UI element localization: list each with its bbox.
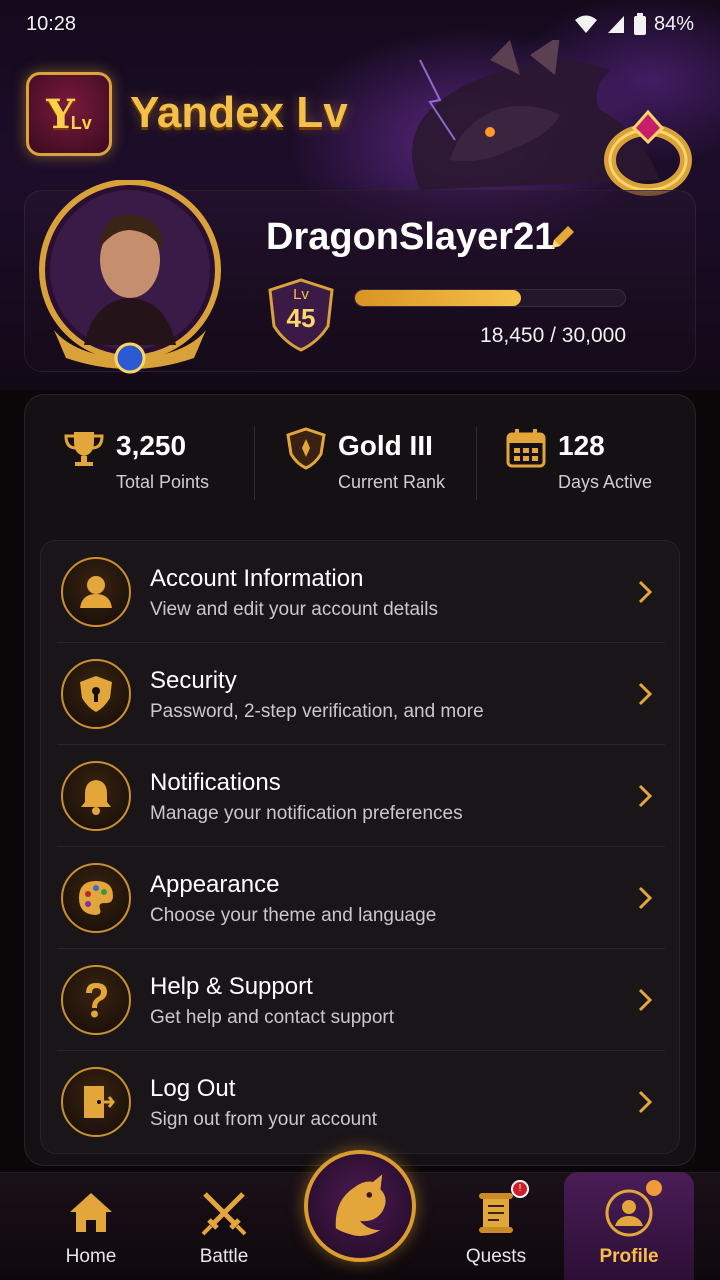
stats-row: 3,250 Total Points Gold III Current Rank [24, 420, 696, 506]
chevron-right-icon [638, 988, 653, 1012]
menu-item-title: Notifications [150, 769, 281, 796]
dragon-emblem-button[interactable] [304, 1150, 416, 1262]
status-bar: 10:28 84% [0, 0, 720, 48]
xp-progress-fill [355, 290, 522, 306]
nav-home[interactable]: Home [31, 1176, 151, 1280]
stat-total-points: 3,250 Total Points [24, 420, 254, 506]
user-icon [61, 557, 131, 627]
status-time: 10:28 [26, 12, 77, 35]
chevron-right-icon [638, 1090, 653, 1114]
nav-label: Home [65, 1246, 117, 1267]
menu-item-log-out[interactable]: Log Out Sign out from your account [41, 1051, 681, 1153]
stat-current-rank: Gold III Current Rank [254, 420, 476, 506]
nav-label: Profile [599, 1246, 659, 1267]
quests-notification-badge: ! [511, 1180, 529, 1198]
bell-icon [61, 761, 131, 831]
signal-icon [607, 16, 624, 33]
avatar[interactable] [34, 180, 230, 380]
stat-days-active: 128 Days Active [476, 420, 696, 506]
menu-item-appearance[interactable]: Appearance Choose your theme and languag… [41, 847, 681, 949]
chevron-right-icon [638, 784, 653, 808]
battery-percent: 84% [653, 12, 694, 35]
chevron-right-icon [638, 580, 653, 604]
nav-battle[interactable]: Battle [164, 1176, 284, 1280]
menu-item-title: Appearance [150, 871, 280, 898]
trophy-icon [64, 432, 104, 466]
menu-item-title: Security [150, 667, 237, 694]
calendar-icon [506, 429, 546, 468]
level-number: 45 [286, 303, 316, 333]
stat-label: Current Rank [338, 472, 446, 492]
menu-item-title: Log Out [150, 1075, 236, 1102]
nav-profile[interactable]: Profile [569, 1176, 689, 1280]
chevron-right-icon [638, 682, 653, 706]
home-icon [70, 1193, 112, 1232]
status-icons: 84% [574, 13, 694, 36]
stat-value: Gold III [338, 430, 433, 461]
xp-progress-bar [354, 289, 626, 307]
lock-shield-icon [61, 659, 131, 729]
stat-label: Total Points [116, 472, 210, 492]
question-icon [61, 965, 131, 1035]
nav-label: Battle [199, 1246, 249, 1267]
menu-item-account-information[interactable]: Account Information View and edit your a… [41, 541, 681, 643]
settings-menu: Account Information View and edit your a… [40, 540, 680, 1154]
app-title: Yandex Lv [130, 88, 348, 137]
ring-icon[interactable] [598, 98, 698, 198]
nav-quests[interactable]: Quests [436, 1176, 556, 1280]
stat-label: Days Active [558, 472, 653, 492]
battery-icon [633, 13, 646, 35]
logo-sub: Lv [70, 112, 92, 133]
menu-item-help-support[interactable]: Help & Support Get help and contact supp… [41, 949, 681, 1051]
menu-item-subtitle: Get help and contact support [150, 1007, 394, 1028]
profile-dot-indicator [646, 1180, 662, 1196]
menu-item-title: Help & Support [150, 973, 313, 1000]
wifi-icon [574, 15, 597, 33]
level-prefix: Lv [293, 286, 309, 303]
level-indicator: Lv 45 [268, 286, 334, 334]
rank-shield-icon [286, 427, 326, 470]
menu-item-subtitle: Password, 2-step verification, and more [150, 701, 484, 722]
chevron-right-icon [638, 886, 653, 910]
stat-value: 128 [558, 430, 605, 461]
menu-item-security[interactable]: Security Password, 2-step verification, … [41, 643, 681, 745]
menu-item-title: Account Information [150, 565, 364, 592]
menu-item-subtitle: Manage your notification preferences [150, 803, 463, 824]
menu-item-subtitle: Choose your theme and language [150, 905, 437, 926]
stat-value: 3,250 [116, 430, 187, 461]
door-exit-icon [61, 1067, 131, 1137]
nav-label: Quests [465, 1246, 527, 1267]
menu-item-subtitle: Sign out from your account [150, 1109, 378, 1130]
crossed-swords-icon [201, 1192, 247, 1236]
profile-icon [605, 1189, 653, 1237]
app-logo[interactable]: Y Lv [26, 72, 112, 156]
menu-item-notifications[interactable]: Notifications Manage your notification p… [41, 745, 681, 847]
palette-icon [61, 863, 131, 933]
xp-text: 18,450 / 30,000 [480, 324, 626, 347]
username: DragonSlayer21 [266, 216, 556, 258]
menu-item-subtitle: View and edit your account details [150, 599, 438, 620]
edit-pencil-icon[interactable] [548, 222, 578, 252]
